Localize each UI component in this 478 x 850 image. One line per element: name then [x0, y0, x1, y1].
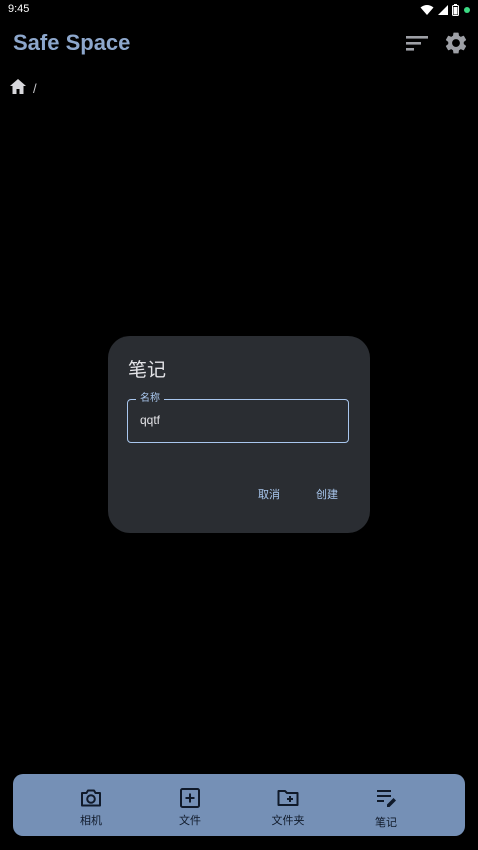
nav-item-camera[interactable]: 相机 [46, 774, 136, 836]
dialog-title: 笔记 [128, 359, 167, 381]
nav-label-file: 文件 [179, 814, 201, 827]
status-bar: 9:45 [0, 0, 478, 20]
bottom-nav: 相机 文件 文件夹 笔记 [13, 774, 465, 836]
nav-label-note: 笔记 [375, 816, 397, 829]
name-input-label: 名称 [136, 392, 164, 406]
settings-button[interactable] [441, 30, 471, 60]
name-input-value: qqtf [140, 413, 161, 427]
name-input[interactable]: 名称 qqtf [127, 392, 349, 443]
status-time: 9:45 [8, 3, 30, 15]
nav-label-camera: 相机 [80, 814, 102, 827]
nav-item-note[interactable]: 笔记 [341, 774, 431, 836]
status-icons [420, 3, 470, 17]
nav-item-folder[interactable]: 文件夹 [243, 774, 333, 836]
sort-button[interactable] [403, 31, 431, 59]
add-box-icon [178, 786, 202, 810]
nav-label-folder: 文件夹 [271, 814, 305, 827]
notification-dot-icon [464, 7, 470, 13]
home-icon[interactable] [9, 78, 27, 99]
folder-add-icon [276, 786, 300, 810]
breadcrumb: / [9, 78, 37, 98]
breadcrumb-separator: / [33, 80, 37, 96]
gear-icon [443, 30, 469, 60]
new-note-dialog: 笔记 名称 qqtf 取消 创建 [108, 336, 370, 533]
cancel-button[interactable]: 取消 [258, 486, 280, 502]
app-title: Safe Space [13, 30, 131, 55]
sort-icon [405, 34, 429, 56]
camera-icon [79, 786, 103, 810]
wifi-icon [420, 4, 434, 16]
app-bar: Safe Space [0, 24, 478, 64]
battery-icon [452, 4, 459, 16]
signal-icon [437, 4, 449, 16]
nav-item-file[interactable]: 文件 [145, 774, 235, 836]
note-edit-icon [374, 786, 398, 810]
create-button[interactable]: 创建 [316, 486, 338, 502]
